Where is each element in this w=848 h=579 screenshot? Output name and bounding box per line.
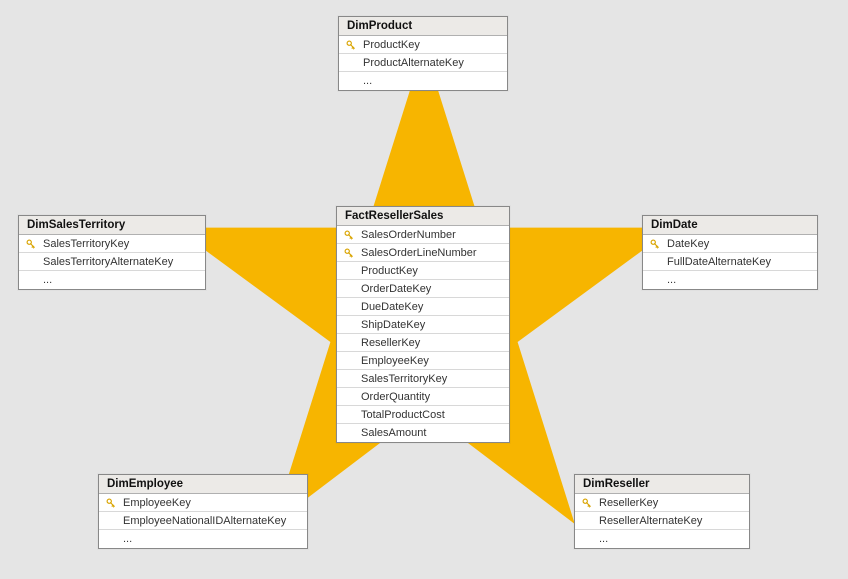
column-name: ...	[123, 533, 132, 545]
entity-dimemployee[interactable]: DimEmployee EmployeeKey EmployeeNationalI…	[98, 474, 308, 549]
blank-icon	[341, 336, 357, 350]
column-row[interactable]: TotalProductCost	[337, 406, 509, 424]
column-name: ShipDateKey	[361, 319, 425, 331]
blank-icon	[579, 532, 595, 546]
column-row[interactable]: ShipDateKey	[337, 316, 509, 334]
column-name: FullDateAlternateKey	[667, 256, 771, 268]
column-name: SalesTerritoryAlternateKey	[43, 256, 173, 268]
column-name: SalesOrderLineNumber	[361, 247, 477, 259]
entity-dimsalesterritory[interactable]: DimSalesTerritory SalesTerritoryKey Sales…	[18, 215, 206, 290]
column-row[interactable]: SalesTerritoryAlternateKey	[19, 253, 205, 271]
column-row[interactable]: ...	[575, 530, 749, 548]
blank-icon	[647, 273, 663, 287]
blank-icon	[647, 255, 663, 269]
entity-title: DimSalesTerritory	[19, 216, 205, 235]
primary-key-icon	[341, 228, 357, 242]
column-name: DateKey	[667, 238, 709, 250]
column-row[interactable]: DueDateKey	[337, 298, 509, 316]
column-row[interactable]: ProductKey	[337, 262, 509, 280]
column-row[interactable]: ...	[19, 271, 205, 289]
column-row[interactable]: OrderDateKey	[337, 280, 509, 298]
column-row[interactable]: SalesAmount	[337, 424, 509, 442]
column-row[interactable]: SalesOrderNumber	[337, 226, 509, 244]
blank-icon	[341, 390, 357, 404]
column-row[interactable]: ResellerAlternateKey	[575, 512, 749, 530]
blank-icon	[341, 264, 357, 278]
blank-icon	[23, 273, 39, 287]
primary-key-icon	[647, 237, 663, 251]
entity-factresellersales[interactable]: FactResellerSales SalesOrderNumber SalesO…	[336, 206, 510, 443]
blank-icon	[341, 300, 357, 314]
column-row[interactable]: EmployeeKey	[99, 494, 307, 512]
blank-icon	[23, 255, 39, 269]
column-name: ResellerAlternateKey	[599, 515, 702, 527]
blank-icon	[341, 408, 357, 422]
column-row[interactable]: ProductKey	[339, 36, 507, 54]
column-row[interactable]: OrderQuantity	[337, 388, 509, 406]
blank-icon	[579, 514, 595, 528]
entity-dimreseller[interactable]: DimReseller ResellerKey ResellerAlternate…	[574, 474, 750, 549]
column-name: ProductKey	[361, 265, 418, 277]
blank-icon	[343, 74, 359, 88]
primary-key-icon	[103, 496, 119, 510]
column-name: EmployeeKey	[123, 497, 191, 509]
column-row[interactable]: ...	[339, 72, 507, 90]
column-name: OrderQuantity	[361, 391, 430, 403]
column-name: ...	[667, 274, 676, 286]
column-row[interactable]: SalesTerritoryKey	[19, 235, 205, 253]
column-name: EmployeeNationalIDAlternateKey	[123, 515, 286, 527]
column-row[interactable]: DateKey	[643, 235, 817, 253]
blank-icon	[341, 354, 357, 368]
entity-title: DimDate	[643, 216, 817, 235]
column-name: OrderDateKey	[361, 283, 431, 295]
column-row[interactable]: SalesOrderLineNumber	[337, 244, 509, 262]
column-name: ...	[363, 75, 372, 87]
column-row[interactable]: ...	[99, 530, 307, 548]
entity-title: FactResellerSales	[337, 207, 509, 226]
primary-key-icon	[343, 38, 359, 52]
blank-icon	[341, 282, 357, 296]
column-name: ResellerKey	[361, 337, 420, 349]
column-name: ...	[43, 274, 52, 286]
primary-key-icon	[579, 496, 595, 510]
column-name: SalesTerritoryKey	[361, 373, 447, 385]
column-name: ResellerKey	[599, 497, 658, 509]
column-row[interactable]: SalesTerritoryKey	[337, 370, 509, 388]
blank-icon	[343, 56, 359, 70]
column-row[interactable]: ResellerKey	[575, 494, 749, 512]
column-row[interactable]: EmployeeKey	[337, 352, 509, 370]
column-row[interactable]: EmployeeNationalIDAlternateKey	[99, 512, 307, 530]
primary-key-icon	[23, 237, 39, 251]
entity-dimproduct[interactable]: DimProduct ProductKey ProductAlternateKey…	[338, 16, 508, 91]
blank-icon	[341, 426, 357, 440]
blank-icon	[103, 514, 119, 528]
column-name: ...	[599, 533, 608, 545]
column-name: SalesAmount	[361, 427, 426, 439]
column-name: ProductKey	[363, 39, 420, 51]
column-name: ProductAlternateKey	[363, 57, 464, 69]
blank-icon	[341, 318, 357, 332]
column-row[interactable]: ResellerKey	[337, 334, 509, 352]
blank-icon	[341, 372, 357, 386]
primary-key-icon	[341, 246, 357, 260]
column-row[interactable]: FullDateAlternateKey	[643, 253, 817, 271]
column-name: TotalProductCost	[361, 409, 445, 421]
column-row[interactable]: ...	[643, 271, 817, 289]
blank-icon	[103, 532, 119, 546]
column-name: EmployeeKey	[361, 355, 429, 367]
column-name: SalesOrderNumber	[361, 229, 456, 241]
column-row[interactable]: ProductAlternateKey	[339, 54, 507, 72]
entity-title: DimReseller	[575, 475, 749, 494]
column-name: DueDateKey	[361, 301, 423, 313]
column-name: SalesTerritoryKey	[43, 238, 129, 250]
entity-title: DimEmployee	[99, 475, 307, 494]
entity-dimdate[interactable]: DimDate DateKey FullDateAlternateKey...	[642, 215, 818, 290]
entity-title: DimProduct	[339, 17, 507, 36]
